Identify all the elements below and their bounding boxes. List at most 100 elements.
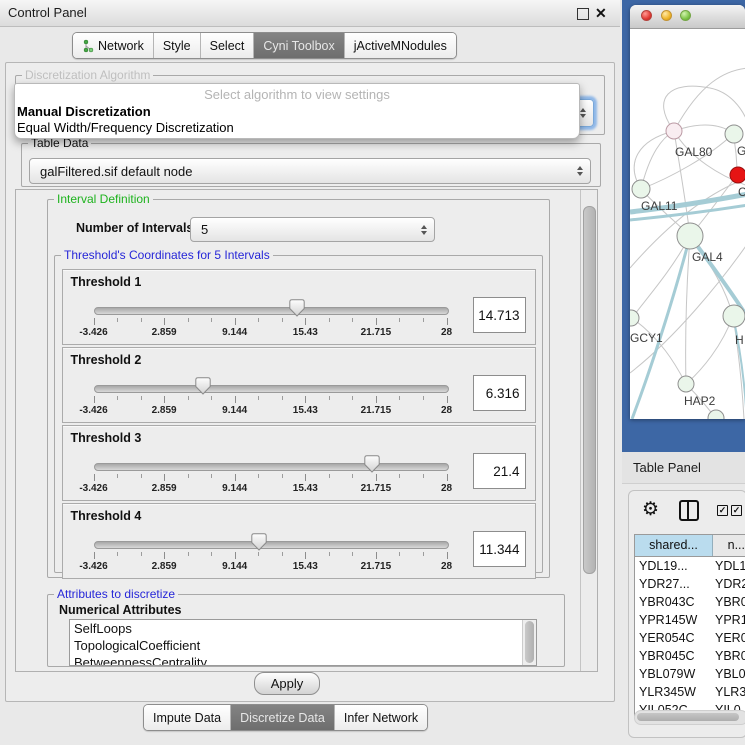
table-row[interactable]: YDL19...YDL1...: [635, 557, 745, 575]
cell-name[interactable]: YPR1...: [712, 611, 745, 629]
network-edge[interactable]: [674, 125, 733, 134]
close-icon[interactable]: ✕: [595, 3, 607, 23]
cell-shared-name[interactable]: YPR145W: [635, 611, 712, 629]
tab-cyni-toolbox[interactable]: Cyni Toolbox: [253, 33, 343, 58]
network-node[interactable]: [630, 310, 639, 326]
tab-label: Select: [210, 39, 245, 53]
tick-label: 9.144: [222, 327, 247, 338]
network-edge[interactable]: [632, 318, 686, 384]
cell-shared-name[interactable]: YBR043C: [635, 593, 712, 611]
minimize-traffic-light-icon[interactable]: [661, 10, 672, 21]
table-row[interactable]: YBL079WYBL0...: [635, 665, 745, 683]
cell-shared-name[interactable]: YDR27...: [635, 575, 712, 593]
table-row[interactable]: YBR043CYBR0...: [635, 593, 745, 611]
horizontal-scrollbar[interactable]: [634, 710, 745, 725]
tab-impute-data[interactable]: Impute Data: [144, 705, 230, 730]
network-edge[interactable]: [686, 236, 690, 384]
network-edge[interactable]: [710, 88, 745, 123]
table-row[interactable]: YPR145WYPR1...: [635, 611, 745, 629]
network-node[interactable]: [725, 125, 743, 143]
table-row[interactable]: YER054CYER0...: [635, 629, 745, 647]
close-traffic-light-icon[interactable]: [641, 10, 652, 21]
network-node[interactable]: [677, 223, 703, 249]
cell-shared-name[interactable]: YLR345W: [635, 683, 712, 701]
network-edge[interactable]: [674, 68, 745, 131]
checkbox-icon[interactable]: ✓: [717, 505, 728, 516]
tab-select[interactable]: Select: [200, 33, 254, 58]
network-node[interactable]: [678, 376, 694, 392]
threshold-slider[interactable]: -3.4262.8599.14415.4321.71528: [94, 426, 447, 500]
network-edge[interactable]: [641, 131, 674, 189]
network-edge-highlighted[interactable]: [632, 236, 690, 419]
threshold-panel: Threshold 2 -3.4262.8599.14415.4321.7152…: [62, 347, 536, 423]
network-edge[interactable]: [686, 316, 733, 384]
threshold-value-box[interactable]: 6.316: [473, 375, 526, 411]
gear-icon[interactable]: ⚙: [642, 497, 659, 523]
slider-track[interactable]: [94, 463, 449, 471]
settings-scrollpane: Interval Definition Number of Intervals …: [15, 189, 598, 672]
tab-infer-network[interactable]: Infer Network: [334, 705, 427, 730]
threshold-slider[interactable]: -3.4262.8599.14415.4321.71528: [94, 348, 447, 422]
slider-thumb-icon[interactable]: [195, 377, 211, 395]
slider-track[interactable]: [94, 307, 449, 315]
network-window-titlebar[interactable]: [630, 5, 745, 29]
threshold-slider[interactable]: -3.4262.8599.14415.4321.71528: [94, 270, 447, 344]
dropdown-item-manual-discretization[interactable]: Manual Discretization: [17, 104, 151, 119]
split-table-icon[interactable]: [679, 500, 699, 521]
slider-track[interactable]: [94, 541, 449, 549]
checkbox-icon[interactable]: ✓: [731, 505, 742, 516]
cell-name[interactable]: YER0...: [712, 629, 745, 647]
vertical-scrollbar[interactable]: [580, 190, 597, 671]
table-data-combobox[interactable]: galFiltered.sif default node: [29, 158, 591, 184]
list-scrollbar[interactable]: [522, 620, 536, 665]
cell-name[interactable]: YBR0...: [712, 647, 745, 665]
threshold-value-box[interactable]: 11.344: [473, 531, 526, 567]
slider-thumb-icon[interactable]: [289, 299, 305, 317]
threshold-slider[interactable]: -3.4262.8599.14415.4321.71528: [94, 504, 447, 578]
node-table[interactable]: shared... n... YDL19...YDL1...YDR27...YD…: [634, 534, 745, 716]
threshold-value-box[interactable]: 21.4: [473, 453, 526, 489]
cell-shared-name[interactable]: YER054C: [635, 629, 712, 647]
dropdown-item-equal-width-frequency[interactable]: Equal Width/Frequency Discretization: [17, 120, 234, 135]
tick-label: 15.43: [293, 561, 318, 572]
cell-name[interactable]: YBL0...: [712, 665, 745, 683]
tab-label: Impute Data: [153, 711, 221, 725]
slider-thumb-icon[interactable]: [364, 455, 380, 473]
network-node[interactable]: [632, 180, 650, 198]
cell-name[interactable]: YBR0...: [712, 593, 745, 611]
slider-thumb-icon[interactable]: [251, 533, 267, 551]
tab-network[interactable]: Network: [73, 33, 153, 58]
tab-style[interactable]: Style: [153, 33, 200, 58]
network-node[interactable]: [723, 305, 745, 327]
float-window-icon[interactable]: [577, 8, 589, 20]
cell-name[interactable]: YLR3...: [712, 683, 745, 701]
network-node[interactable]: [666, 123, 682, 139]
table-row[interactable]: YLR345WYLR3...: [635, 683, 745, 701]
attribute-list-item[interactable]: BetweennessCentrality: [70, 654, 536, 666]
column-header-shared-name[interactable]: shared...: [635, 535, 713, 556]
attribute-list-item[interactable]: SelfLoops: [70, 620, 536, 637]
slider-track[interactable]: [94, 385, 449, 393]
tab-jactivemnodules[interactable]: jActiveMNodules: [344, 33, 456, 58]
table-row[interactable]: YBR045CYBR0...: [635, 647, 745, 665]
table-row[interactable]: YDR27...YDR2...: [635, 575, 745, 593]
network-edge[interactable]: [632, 236, 690, 318]
network-node[interactable]: [730, 167, 745, 183]
cell-name[interactable]: YDR2...: [712, 575, 745, 593]
apply-button[interactable]: Apply: [254, 672, 320, 695]
cell-shared-name[interactable]: YDL19...: [635, 557, 712, 575]
numerical-attributes-list[interactable]: SelfLoopsTopologicalCoefficientBetweenne…: [69, 619, 537, 666]
scrollbar-thumb[interactable]: [583, 206, 596, 574]
zoom-traffic-light-icon[interactable]: [680, 10, 691, 21]
cell-name[interactable]: YDL1...: [712, 557, 745, 575]
scrollbar-thumb[interactable]: [637, 713, 739, 721]
cell-shared-name[interactable]: YBL079W: [635, 665, 712, 683]
attribute-list-item[interactable]: TopologicalCoefficient: [70, 637, 536, 654]
threshold-value-box[interactable]: 14.713: [473, 297, 526, 333]
cell-shared-name[interactable]: YBR045C: [635, 647, 712, 665]
column-header-name[interactable]: n...: [713, 535, 745, 556]
number-of-intervals-combobox[interactable]: 5: [190, 217, 435, 242]
network-canvas[interactable]: GAL80GACGAL11GAL4GCY1HHAP2: [630, 28, 745, 419]
tab-discretize-data[interactable]: Discretize Data: [230, 705, 334, 730]
network-edge[interactable]: [641, 134, 733, 189]
